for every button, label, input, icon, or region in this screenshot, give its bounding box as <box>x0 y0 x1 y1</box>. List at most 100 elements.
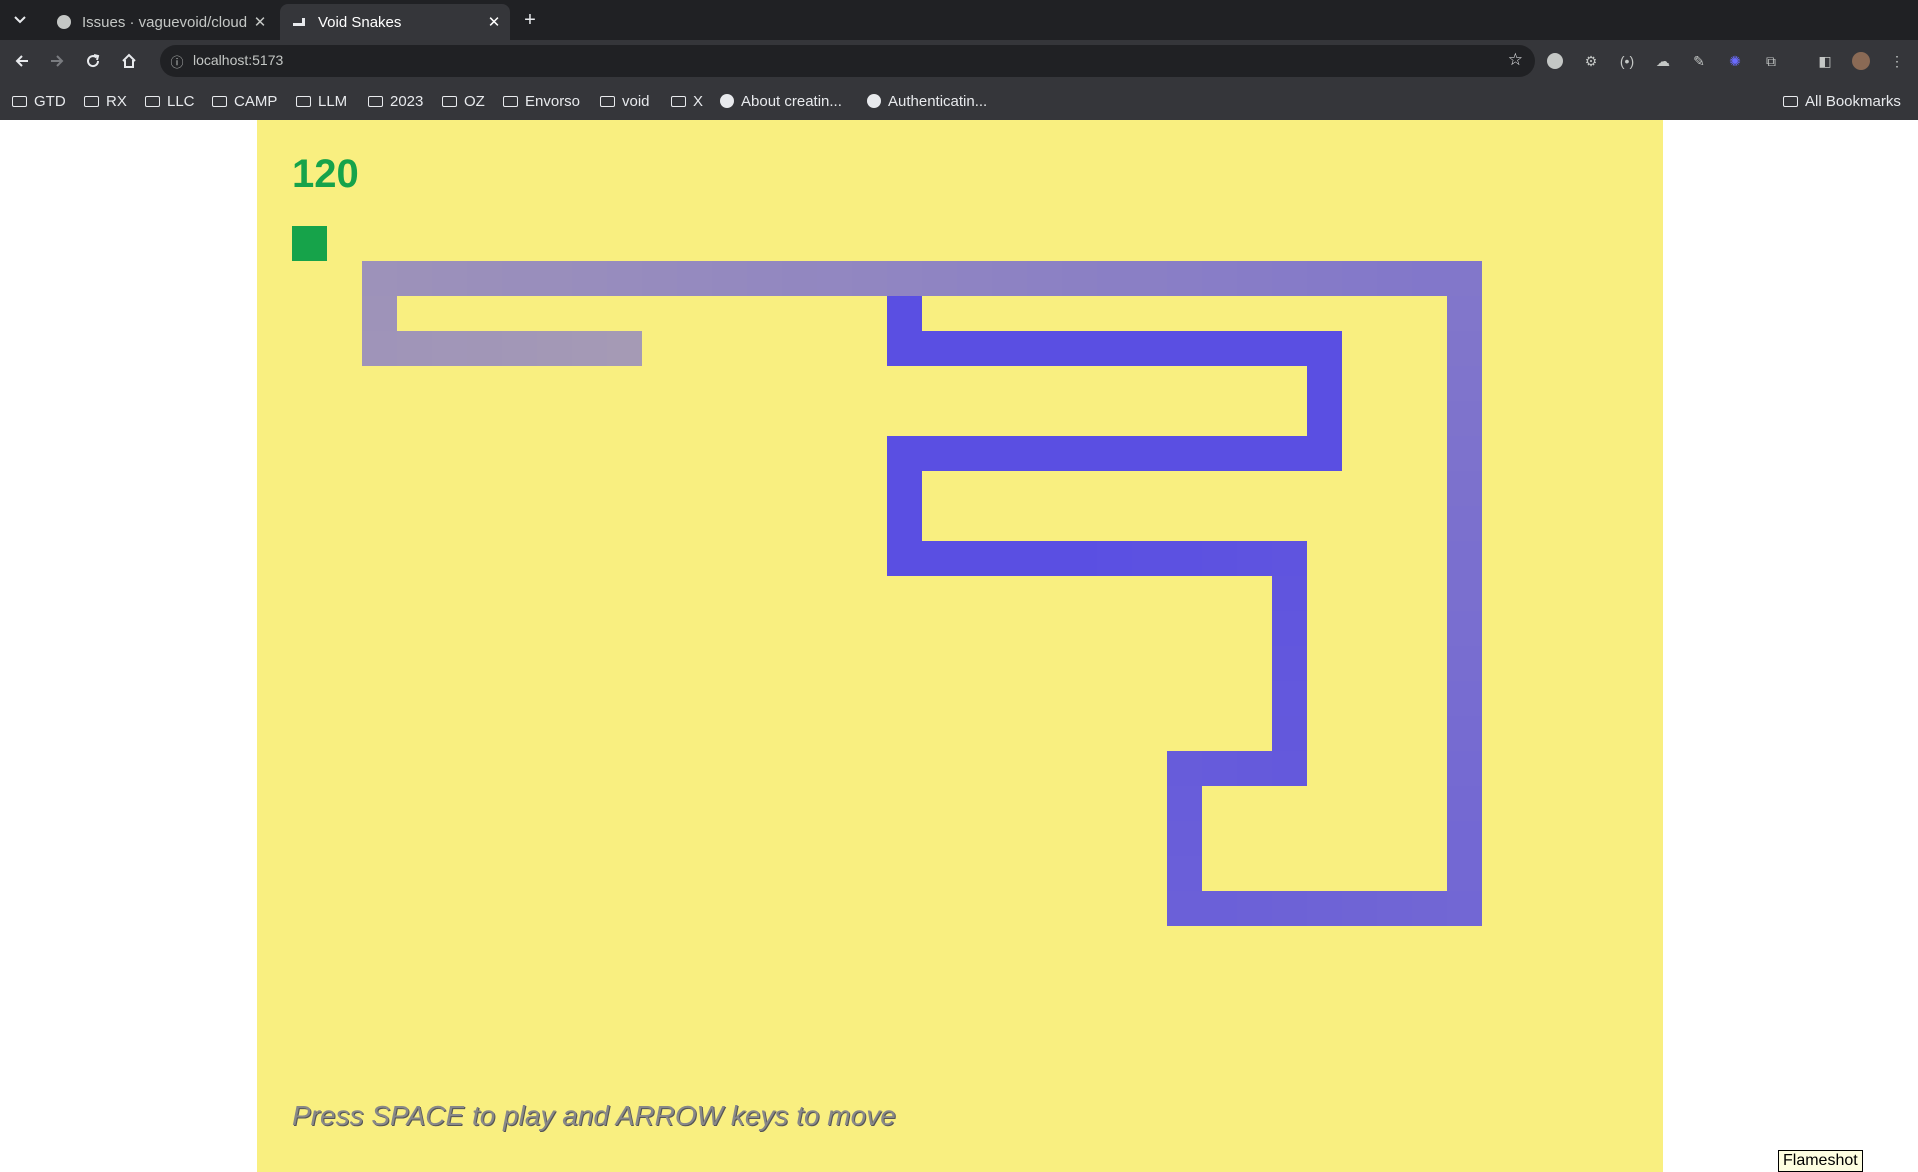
all-bookmarks-button[interactable]: All Bookmarks <box>1783 91 1901 111</box>
bookmark-label: LLC <box>167 92 195 110</box>
bookmark-label: LLM <box>318 92 348 110</box>
bookmark-folder[interactable]: void <box>600 91 650 111</box>
snake-segment <box>1167 891 1202 926</box>
food <box>292 226 327 261</box>
snake-segment <box>1447 716 1482 751</box>
snake-segment <box>1237 261 1272 296</box>
bookmark-folder[interactable]: CAMP <box>212 91 277 111</box>
snake-segment <box>887 436 922 471</box>
github-icon <box>56 14 72 30</box>
bookmark-folder[interactable]: GTD <box>12 91 66 111</box>
snake-segment <box>1272 611 1307 646</box>
snake-segment <box>922 541 957 576</box>
snake-segment <box>747 261 782 296</box>
new-tab-button[interactable]: + <box>518 8 542 32</box>
snake-segment <box>432 261 467 296</box>
snake-segment <box>1447 506 1482 541</box>
snake-segment <box>1447 786 1482 821</box>
snake-segment <box>1342 891 1377 926</box>
extension-icon[interactable] <box>1545 51 1565 71</box>
bookmark-folder[interactable]: X <box>671 91 703 111</box>
snake-segment <box>1447 856 1482 891</box>
snake-segment <box>782 261 817 296</box>
snake-segment <box>1272 751 1307 786</box>
snake-segment <box>1307 261 1342 296</box>
bookmark-folder[interactable]: LLC <box>145 91 195 111</box>
folder-icon <box>296 95 311 107</box>
page-content: 120 Press SPACE to play and ARROW keys t… <box>0 120 1918 1172</box>
tab-search-button[interactable] <box>8 8 32 32</box>
folder-icon <box>503 95 518 107</box>
bookmark-link[interactable]: Authenticatin... <box>867 91 987 111</box>
snake-segment <box>1097 436 1132 471</box>
snake-segment <box>1097 331 1132 366</box>
snake-segment <box>1062 331 1097 366</box>
extension-icon[interactable]: (•) <box>1617 51 1637 71</box>
extension-icon[interactable]: ✺ <box>1725 51 1745 71</box>
back-button[interactable] <box>10 49 34 73</box>
arrow-right-icon <box>51 55 64 67</box>
snake-segment <box>1167 541 1202 576</box>
address-bar[interactable]: ⓘ localhost:5173 ☆ <box>160 45 1535 77</box>
github-icon <box>867 94 881 108</box>
tab-void-snakes[interactable]: Void Snakes ✕ <box>280 4 510 40</box>
snake-segment <box>887 506 922 541</box>
game-area[interactable]: 120 Press SPACE to play and ARROW keys t… <box>257 120 1663 1172</box>
snake-segment <box>1272 331 1307 366</box>
snake-segment <box>1237 751 1272 786</box>
snake-segment <box>1272 716 1307 751</box>
close-tab-icon[interactable]: ✕ <box>484 12 504 32</box>
side-panel-icon[interactable]: ◧ <box>1815 51 1835 71</box>
snake-segment <box>1447 436 1482 471</box>
menu-icon[interactable]: ⋮ <box>1887 51 1907 71</box>
snake-segment <box>1062 541 1097 576</box>
reload-icon <box>87 54 100 68</box>
info-icon[interactable]: ⓘ <box>168 52 186 70</box>
bookmark-label: OZ <box>464 92 485 110</box>
bookmarks-bar: GTD RX LLC CAMP LLM 2023 OZ Envorso void… <box>0 82 1918 120</box>
snake-segment <box>537 261 572 296</box>
snake-segment <box>852 261 887 296</box>
snake-segment <box>922 331 957 366</box>
snake-segment <box>607 331 642 366</box>
bookmark-folder[interactable]: Envorso <box>503 91 580 111</box>
folder-icon <box>212 95 227 107</box>
gear-extension-icon[interactable]: ⚙ <box>1581 51 1601 71</box>
reload-button[interactable] <box>81 49 105 73</box>
snake-segment <box>1447 611 1482 646</box>
puzzle-icon[interactable]: ⧉ <box>1761 51 1781 71</box>
snake-segment <box>1307 436 1342 471</box>
bookmark-label: About creatin... <box>741 92 842 110</box>
snake-segment <box>1167 261 1202 296</box>
snake-segment <box>1167 856 1202 891</box>
pen-extension-icon[interactable]: ✎ <box>1689 51 1709 71</box>
snake-segment <box>1167 331 1202 366</box>
bookmark-label: Envorso <box>525 92 581 110</box>
snake-segment <box>1132 331 1167 366</box>
tab-issues[interactable]: Issues · vaguevoid/cloud ✕ <box>44 4 276 40</box>
bookmark-star-icon[interactable]: ☆ <box>1508 50 1523 70</box>
snake-segment <box>502 261 537 296</box>
bookmark-link[interactable]: About creatin... <box>720 91 842 111</box>
home-button[interactable] <box>117 49 141 73</box>
bookmark-folder[interactable]: 2023 <box>368 91 423 111</box>
chevron-down-icon <box>14 16 26 24</box>
snake-segment <box>1447 331 1482 366</box>
avatar[interactable] <box>1851 51 1871 71</box>
close-tab-icon[interactable]: ✕ <box>250 12 270 32</box>
snake-segment <box>362 261 397 296</box>
snake-segment <box>642 261 677 296</box>
bookmark-folder[interactable]: LLM <box>296 91 347 111</box>
bookmark-folder[interactable]: RX <box>84 91 127 111</box>
snake-segment <box>397 331 432 366</box>
forward-button[interactable] <box>45 49 69 73</box>
snake-segment <box>922 436 957 471</box>
snake-segment <box>1272 646 1307 681</box>
bookmark-folder[interactable]: OZ <box>442 91 485 111</box>
snake-segment <box>1342 261 1377 296</box>
extension-icon[interactable]: ☁ <box>1653 51 1673 71</box>
snake-segment <box>1167 436 1202 471</box>
snake-segment <box>1272 261 1307 296</box>
snake-segment <box>957 541 992 576</box>
instructions-text: Press SPACE to play and ARROW keys to mo… <box>292 1100 896 1131</box>
